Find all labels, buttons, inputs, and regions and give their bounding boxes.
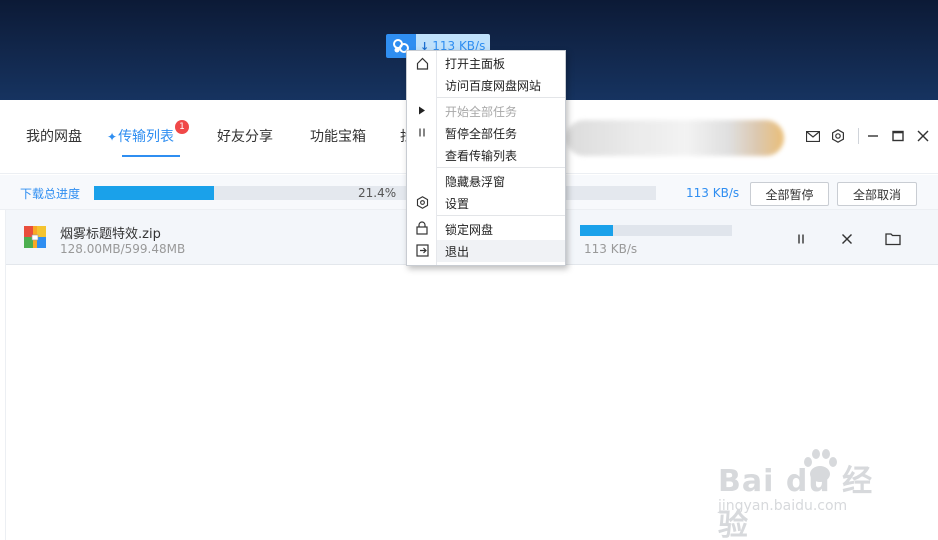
baidu-jingyan-watermark: Bai du 经验 jingyan.baidu.com bbox=[718, 448, 898, 540]
tray-context-menu: 打开主面板 访问百度网盘网站 开始全部任务 暂停全部任务 查看传输列表 隐藏悬浮… bbox=[406, 50, 566, 266]
tab-friend-share[interactable]: 好友分享 bbox=[217, 126, 273, 146]
menu-item-pause-all[interactable]: 暂停全部任务 bbox=[437, 122, 565, 144]
menu-item-view-transfer-list[interactable]: 查看传输列表 bbox=[437, 144, 565, 166]
file-speed: 113 KB/s bbox=[584, 242, 638, 256]
file-name: 烟雾标题特效.zip bbox=[60, 227, 161, 242]
total-progress-fill bbox=[94, 186, 215, 200]
lock-icon bbox=[413, 219, 431, 237]
file-size: 128.00MB/599.48MB bbox=[60, 242, 186, 256]
menu-item-visit-website[interactable]: 访问百度网盘网站 bbox=[437, 74, 565, 96]
sparkle-icon: ✦ bbox=[107, 130, 118, 144]
watermark-url: jingyan.baidu.com bbox=[718, 498, 848, 514]
screen: ↓ 113 KB/s 我的网盘 ✦传输列表 1 好友分享 功能宝箱 找 bbox=[0, 0, 938, 540]
folder-icon[interactable] bbox=[884, 230, 902, 248]
menu-item-open-main-panel[interactable]: 打开主面板 bbox=[437, 52, 565, 74]
menu-item-start-all[interactable]: 开始全部任务 bbox=[437, 100, 565, 122]
menu-separator bbox=[437, 215, 565, 216]
pause-all-button[interactable]: 全部暂停 bbox=[750, 182, 829, 206]
exit-icon bbox=[413, 241, 431, 259]
tab-my-netdisk[interactable]: 我的网盘 bbox=[26, 126, 82, 146]
settings-icon[interactable] bbox=[829, 127, 847, 145]
tab-transfer-list-label: 传输列表 bbox=[118, 129, 175, 145]
active-tab-underline bbox=[122, 155, 180, 157]
tab-toolbox[interactable]: 功能宝箱 bbox=[310, 126, 366, 146]
minimize-icon[interactable] bbox=[864, 127, 882, 145]
pause-icon[interactable] bbox=[792, 230, 810, 248]
home-icon bbox=[413, 54, 431, 72]
menu-separator bbox=[437, 167, 565, 168]
total-progress-percent: 21.4% bbox=[358, 186, 397, 200]
total-speed: 113 KB/s bbox=[686, 186, 740, 200]
close-icon[interactable] bbox=[838, 230, 856, 248]
notification-badge: 1 bbox=[175, 120, 189, 134]
menu-item-lock-netdisk[interactable]: 锁定网盘 bbox=[437, 218, 565, 240]
maximize-icon[interactable] bbox=[889, 127, 907, 145]
mail-icon[interactable] bbox=[804, 127, 822, 145]
user-profile-blurred[interactable] bbox=[566, 120, 784, 156]
cancel-all-button[interactable]: 全部取消 bbox=[837, 182, 917, 206]
menu-item-hide-floating-window[interactable]: 隐藏悬浮窗 bbox=[437, 170, 565, 192]
close-icon[interactable] bbox=[914, 127, 932, 145]
zip-archive-icon bbox=[24, 226, 46, 248]
file-progress-fill bbox=[580, 225, 613, 236]
file-progress-track bbox=[580, 225, 732, 236]
tab-transfer-list[interactable]: ✦传输列表 bbox=[107, 126, 174, 146]
menu-separator bbox=[437, 97, 565, 98]
settings-icon bbox=[413, 193, 431, 211]
total-progress-label: 下载总进度 bbox=[20, 187, 81, 201]
paw-print-icon bbox=[804, 449, 837, 482]
pause-icon bbox=[413, 123, 431, 141]
menu-item-settings[interactable]: 设置 bbox=[437, 192, 565, 214]
header-divider bbox=[858, 128, 859, 144]
play-icon bbox=[413, 101, 431, 119]
menu-item-exit[interactable]: 退出 bbox=[437, 240, 565, 262]
